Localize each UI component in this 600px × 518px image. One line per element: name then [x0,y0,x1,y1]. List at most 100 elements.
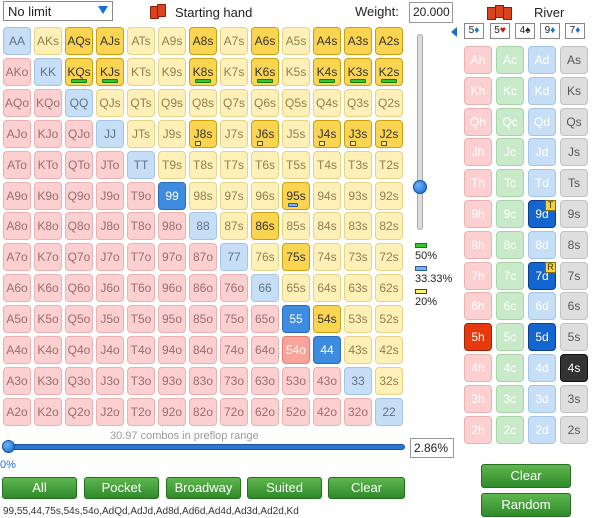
hand-cell-84s[interactable]: 84s [313,212,341,241]
weight-input[interactable]: 20.000 [409,2,453,23]
hand-cell-qq[interactable]: QQ [65,88,93,117]
hand-cell-k4s[interactable]: K4s [313,57,341,86]
hand-cell-t8s[interactable]: T8s [189,150,217,179]
hand-cell-ato[interactable]: ATo [3,150,31,179]
hand-cell-65o[interactable]: 65o [251,305,279,334]
deck-card-jh[interactable]: Jh [464,138,492,167]
hand-cell-53o[interactable]: 53o [282,366,310,395]
hand-cell-73s[interactable]: 73s [344,243,372,272]
hand-cell-87s[interactable]: 87s [220,212,248,241]
hand-cell-t7o[interactable]: T7o [127,243,155,272]
hand-cell-76s[interactable]: 76s [251,243,279,272]
deck-card-6s[interactable]: 6s [560,292,588,321]
hand-cell-52s[interactable]: 52s [375,305,403,334]
board-card[interactable]: 7♦ [565,23,585,39]
deck-card-8h[interactable]: 8h [464,230,492,259]
hand-cell-a6o[interactable]: A6o [3,274,31,303]
hand-cell-a5s[interactable]: A5s [282,27,310,55]
hand-cell-95o[interactable]: 95o [158,305,186,334]
hand-cell-tt[interactable]: TT [127,150,155,179]
hand-cell-q9s[interactable]: Q9s [158,88,186,117]
hand-cell-t3o[interactable]: T3o [127,366,155,395]
hand-cell-22[interactable]: 22 [375,397,403,426]
hand-cell-t6s[interactable]: T6s [251,150,279,179]
hand-cell-j3s[interactable]: J3s [344,119,372,148]
board-card[interactable]: 9♦ [540,23,560,39]
hand-cell-98o[interactable]: 98o [158,212,186,241]
board-card[interactable]: 4♠ [515,23,535,39]
deck-card-5c[interactable]: 5c [496,323,524,352]
hand-cell-kk[interactable]: KK [34,57,62,86]
hand-cell-q3o[interactable]: Q3o [65,366,93,395]
hand-cell-qts[interactable]: QTs [127,88,155,117]
hand-cell-72o[interactable]: 72o [220,397,248,426]
hand-cell-83o[interactable]: 83o [189,366,217,395]
hand-cell-64s[interactable]: 64s [313,274,341,303]
deck-card-9s[interactable]: 9s [560,200,588,228]
deck-card-5d[interactable]: 5d [528,323,556,352]
hand-cell-43o[interactable]: 43o [313,366,341,395]
deck-card-2h[interactable]: 2h [464,415,492,444]
hand-cell-j2s[interactable]: J2s [375,119,403,148]
hand-cell-t4s[interactable]: T4s [313,150,341,179]
hand-cell-a5o[interactable]: A5o [3,305,31,334]
hand-cell-k7o[interactable]: K7o [34,243,62,272]
hand-cell-96s[interactable]: 96s [251,181,279,210]
hand-cell-q2s[interactable]: Q2s [375,88,403,117]
limit-select[interactable]: No limit [3,1,113,21]
hand-cell-74s[interactable]: 74s [313,243,341,272]
hand-cell-86s[interactable]: 86s [251,212,279,241]
hand-cell-k2o[interactable]: K2o [34,397,62,426]
deck-card-ah[interactable]: Ah [464,46,492,74]
suited-button[interactable]: Suited [247,477,322,499]
deck-card-9d[interactable]: 9d T [528,200,556,228]
hand-cell-q4o[interactable]: Q4o [65,336,93,364]
hand-cell-63s[interactable]: 63s [344,274,372,303]
hand-cell-ajo[interactable]: AJo [3,119,31,148]
deck-card-7c[interactable]: 7c [496,261,524,290]
deck-card-td[interactable]: Td [528,169,556,198]
deck-card-kc[interactable]: Kc [496,76,524,105]
deck-card-ad[interactable]: Ad [528,46,556,74]
hand-cell-k5s[interactable]: K5s [282,57,310,86]
hand-cell-a8o[interactable]: A8o [3,212,31,241]
range-slider-track[interactable] [3,444,405,450]
hand-cell-j6o[interactable]: J6o [96,274,124,303]
hand-cell-53s[interactable]: 53s [344,305,372,334]
deck-card-ac[interactable]: Ac [496,46,524,74]
hand-cell-t7s[interactable]: T7s [220,150,248,179]
deck-card-kh[interactable]: Kh [464,76,492,105]
deck-card-2d[interactable]: 2d [528,415,556,444]
range-text[interactable]: 99,55,44,75s,54s,54o,AdQd,AdJd,Ad8d,Ad6d… [3,506,405,518]
deck-card-as[interactable]: As [560,46,588,74]
hand-cell-42s[interactable]: 42s [375,336,403,364]
deck-card-6h[interactable]: 6h [464,292,492,321]
hand-cell-99[interactable]: 99 [158,181,186,210]
deck-card-3c[interactable]: 3c [496,384,524,413]
hand-cell-k8s[interactable]: K8s [189,57,217,86]
deck-card-3s[interactable]: 3s [560,384,588,413]
hand-cell-t8o[interactable]: T8o [127,212,155,241]
hand-cell-j2o[interactable]: J2o [96,397,124,426]
hand-cell-k4o[interactable]: K4o [34,336,62,364]
hand-cell-jj[interactable]: JJ [96,119,124,148]
hand-cell-77[interactable]: 77 [220,243,248,272]
hand-cell-qjo[interactable]: QJo [65,119,93,148]
hand-cell-ajs[interactable]: AJs [96,27,124,55]
hand-cell-j8s[interactable]: J8s [189,119,217,148]
hand-cell-t9s[interactable]: T9s [158,150,186,179]
hand-cell-q6s[interactable]: Q6s [251,88,279,117]
hand-cell-a4o[interactable]: A4o [3,336,31,364]
hand-cell-75o[interactable]: 75o [220,305,248,334]
board-card[interactable]: 5♥ [490,23,510,39]
hand-cell-q7o[interactable]: Q7o [65,243,93,272]
hand-cell-j5s[interactable]: J5s [282,119,310,148]
deck-card-kd[interactable]: Kd [528,76,556,105]
hand-cell-72s[interactable]: 72s [375,243,403,272]
hand-cell-a8s[interactable]: A8s [189,27,217,55]
hand-cell-k9o[interactable]: K9o [34,181,62,210]
hand-cell-32s[interactable]: 32s [375,366,403,395]
clear-range-button[interactable]: Clear [328,477,405,499]
deck-card-js[interactable]: Js [560,138,588,167]
deck-card-qc[interactable]: Qc [496,107,524,136]
